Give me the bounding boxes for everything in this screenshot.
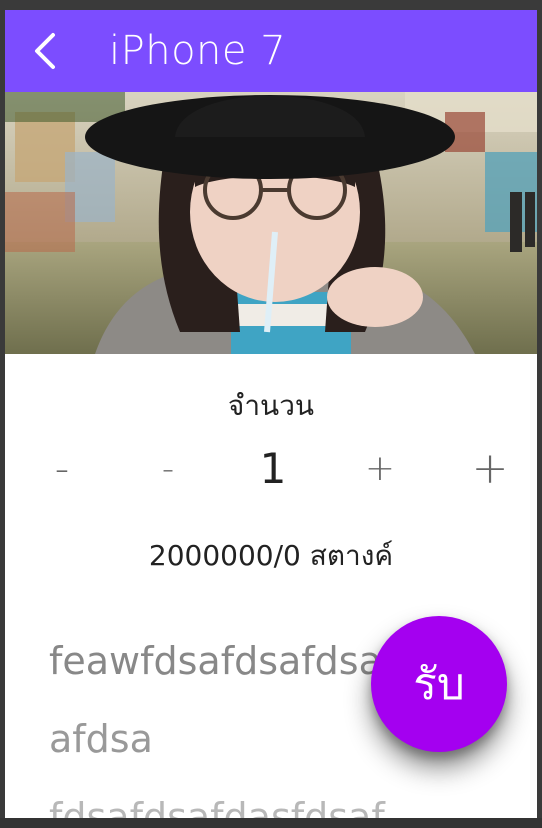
chevron-left-icon — [35, 33, 55, 69]
increment-button[interactable]: + — [335, 434, 425, 504]
price-text: 2000000/0 สตางค์ — [148, 539, 394, 572]
decrement-large-button[interactable]: - — [17, 434, 107, 504]
back-button[interactable] — [5, 10, 85, 92]
photo-image — [5, 92, 537, 354]
quantity-label: จำนวน — [227, 389, 315, 422]
bottom-bar — [0, 818, 542, 828]
page-title: iPhone 7 — [109, 28, 287, 74]
decrement-button[interactable]: - — [123, 434, 213, 504]
quantity-stepper: - - 1 + + — [5, 434, 537, 504]
description-line: fdsafdsafdasfdsaf — [49, 795, 385, 818]
increment-large-button[interactable]: + — [445, 434, 535, 504]
app-screen: iPhone 7 จำนวน - - 1 + + 2000000/0 สตางค… — [5, 10, 537, 818]
quantity-value: 1 — [259, 444, 287, 493]
receive-fab-button[interactable]: รับ — [371, 616, 507, 752]
product-image — [5, 92, 537, 354]
app-bar: iPhone 7 — [5, 10, 537, 92]
